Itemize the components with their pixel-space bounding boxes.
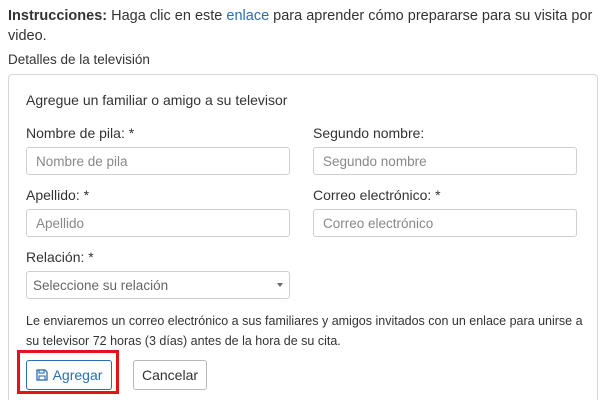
card-title: Agregue un familiar o amigo a su televis… [26,92,288,108]
last-name-input[interactable] [26,209,290,237]
instructions-before-link: Haga clic en este [107,8,227,24]
relationship-label: Relación: * [26,249,94,265]
first-name-label: Nombre de pila: * [26,125,135,141]
relationship-selected: Seleccione su relación [33,278,169,293]
instructions-text: Instrucciones: Haga clic en este enlace … [8,6,598,46]
invitation-notice: Le enviaremos un correo electrónico a su… [26,314,583,348]
cancel-button[interactable]: Cancelar [133,360,207,390]
email-label: Correo electrónico: * [313,187,441,203]
first-name-input[interactable] [26,147,290,175]
instructions-prefix: Instrucciones: [8,8,108,24]
last-name-label: Apellido: * [26,187,90,203]
middle-name-label: Segundo nombre: [313,125,425,141]
section-heading: Detalles de la televisión [8,52,150,67]
middle-name-input[interactable] [313,147,577,175]
add-button-highlight [17,350,119,394]
cancel-button-label: Cancelar [141,367,199,383]
instructions-link[interactable]: enlace [226,8,269,24]
caret-down-icon [277,283,283,287]
email-input[interactable] [313,209,577,237]
relationship-select[interactable]: Seleccione su relación [26,271,290,299]
